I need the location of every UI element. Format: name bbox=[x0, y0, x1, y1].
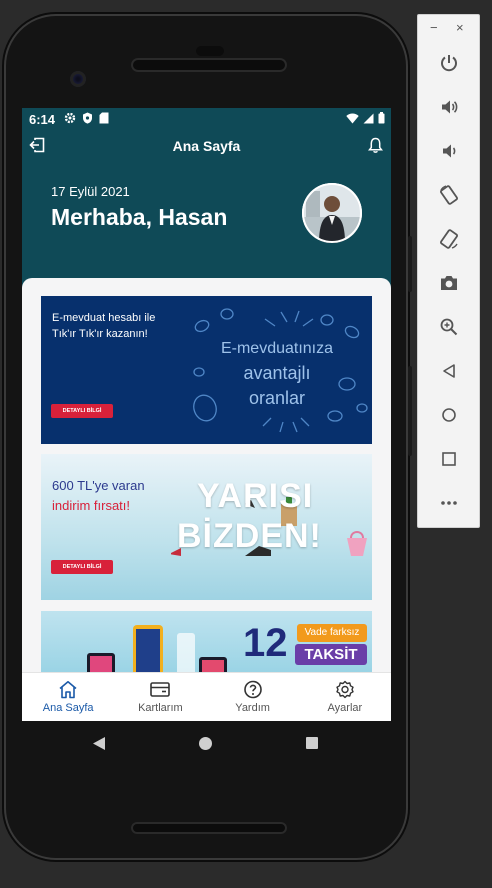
nav-label: Yardım bbox=[235, 702, 270, 714]
rotate-right-icon[interactable] bbox=[437, 227, 461, 251]
page-title: Ana Sayfa bbox=[172, 138, 241, 154]
bottom-speaker-grille bbox=[131, 822, 287, 834]
installment-label: TAKSİT bbox=[295, 644, 367, 665]
installment-tag: Vade farksız bbox=[297, 624, 367, 642]
system-navigation-bar bbox=[22, 721, 391, 767]
home-circle-icon[interactable] bbox=[199, 737, 212, 750]
banner-line: E-mevduat hesabı ile bbox=[52, 312, 156, 324]
top-speaker-grille bbox=[131, 58, 287, 72]
nav-label: Kartlarım bbox=[138, 702, 183, 714]
details-button[interactable]: DETAYLI BİLGİ bbox=[51, 560, 113, 574]
earpiece bbox=[196, 46, 224, 56]
avatar[interactable] bbox=[302, 183, 362, 243]
banner-headline: BİZDEN! bbox=[177, 517, 322, 555]
power-icon[interactable] bbox=[437, 51, 461, 75]
volume-up-icon[interactable] bbox=[437, 95, 461, 119]
wifi-icon bbox=[346, 113, 359, 123]
app-bar: Ana Sayfa bbox=[22, 134, 391, 160]
bottom-navigation: Ana Sayfa Kartlarım Yardım Ayarlar bbox=[22, 672, 391, 721]
front-camera bbox=[70, 71, 86, 87]
banner-line: Tık'ır Tık'ır kazanın! bbox=[52, 328, 148, 340]
back-icon[interactable] bbox=[92, 736, 106, 751]
nav-item-settings[interactable]: Ayarlar bbox=[299, 673, 391, 721]
settings-icon bbox=[336, 680, 354, 699]
more-options-icon[interactable] bbox=[437, 491, 461, 515]
greeting-date: 17 Eylül 2021 bbox=[51, 184, 130, 199]
banner-e-deposit[interactable]: E-mevduat hesabı ile Tık'ır Tık'ır kazan… bbox=[41, 296, 372, 444]
sd-card-status-icon bbox=[99, 112, 109, 124]
app-screen: 6:14 Ana Sayfa 17 Eylül 2021 Merhaba, Ha… bbox=[22, 108, 391, 721]
status-bar: 6:14 bbox=[22, 108, 391, 130]
help-icon bbox=[243, 680, 262, 699]
banner-headline: E-mevduatınıza bbox=[220, 340, 334, 357]
power-button bbox=[408, 366, 412, 456]
nav-item-cards[interactable]: Kartlarım bbox=[114, 673, 206, 721]
emulator-toolbar: − × bbox=[417, 14, 480, 528]
banner-line: 600 TL'ye varan bbox=[52, 478, 145, 493]
zoom-icon[interactable] bbox=[437, 315, 461, 339]
settings-status-icon bbox=[64, 112, 76, 124]
nav-item-help[interactable]: Yardım bbox=[207, 673, 299, 721]
shield-status-icon bbox=[83, 112, 92, 124]
camera-icon[interactable] bbox=[437, 271, 461, 295]
close-icon[interactable]: × bbox=[456, 21, 464, 35]
greeting-name: Merhaba, Hasan bbox=[51, 204, 228, 230]
minimize-icon[interactable]: − bbox=[430, 21, 438, 35]
banner-headline: YARISI bbox=[197, 477, 314, 515]
battery-icon bbox=[378, 112, 385, 124]
nav-label: Ayarlar bbox=[327, 702, 363, 714]
banner-headline: oranlar bbox=[248, 388, 306, 408]
home-icon bbox=[59, 681, 77, 699]
content-area: E-mevduat hesabı ile Tık'ır Tık'ır kazan… bbox=[22, 278, 391, 721]
banner-discount[interactable]: 600 TL'ye varan indirim fırsatı! YARISI … bbox=[41, 454, 372, 600]
notification-bell-icon[interactable] bbox=[367, 137, 384, 159]
card-icon bbox=[150, 682, 171, 697]
nav-label: Ana Sayfa bbox=[42, 702, 94, 714]
banner-line: indirim fırsatı! bbox=[52, 498, 131, 513]
volume-down-icon[interactable] bbox=[437, 139, 461, 163]
back-triangle-icon[interactable] bbox=[437, 359, 461, 383]
volume-button bbox=[408, 236, 412, 292]
home-circle-outline-icon[interactable] bbox=[437, 403, 461, 427]
details-button[interactable]: DETAYLI BİLGİ bbox=[51, 404, 113, 418]
nav-item-home[interactable]: Ana Sayfa bbox=[22, 673, 114, 721]
installment-number: 12 bbox=[243, 621, 288, 665]
signal-icon bbox=[363, 113, 374, 123]
rotate-left-icon[interactable] bbox=[437, 183, 461, 207]
overview-square-icon[interactable] bbox=[437, 447, 461, 471]
status-time: 6:14 bbox=[29, 112, 56, 127]
banner-headline: avantajlı bbox=[243, 363, 311, 383]
recent-apps-icon[interactable] bbox=[306, 737, 318, 749]
